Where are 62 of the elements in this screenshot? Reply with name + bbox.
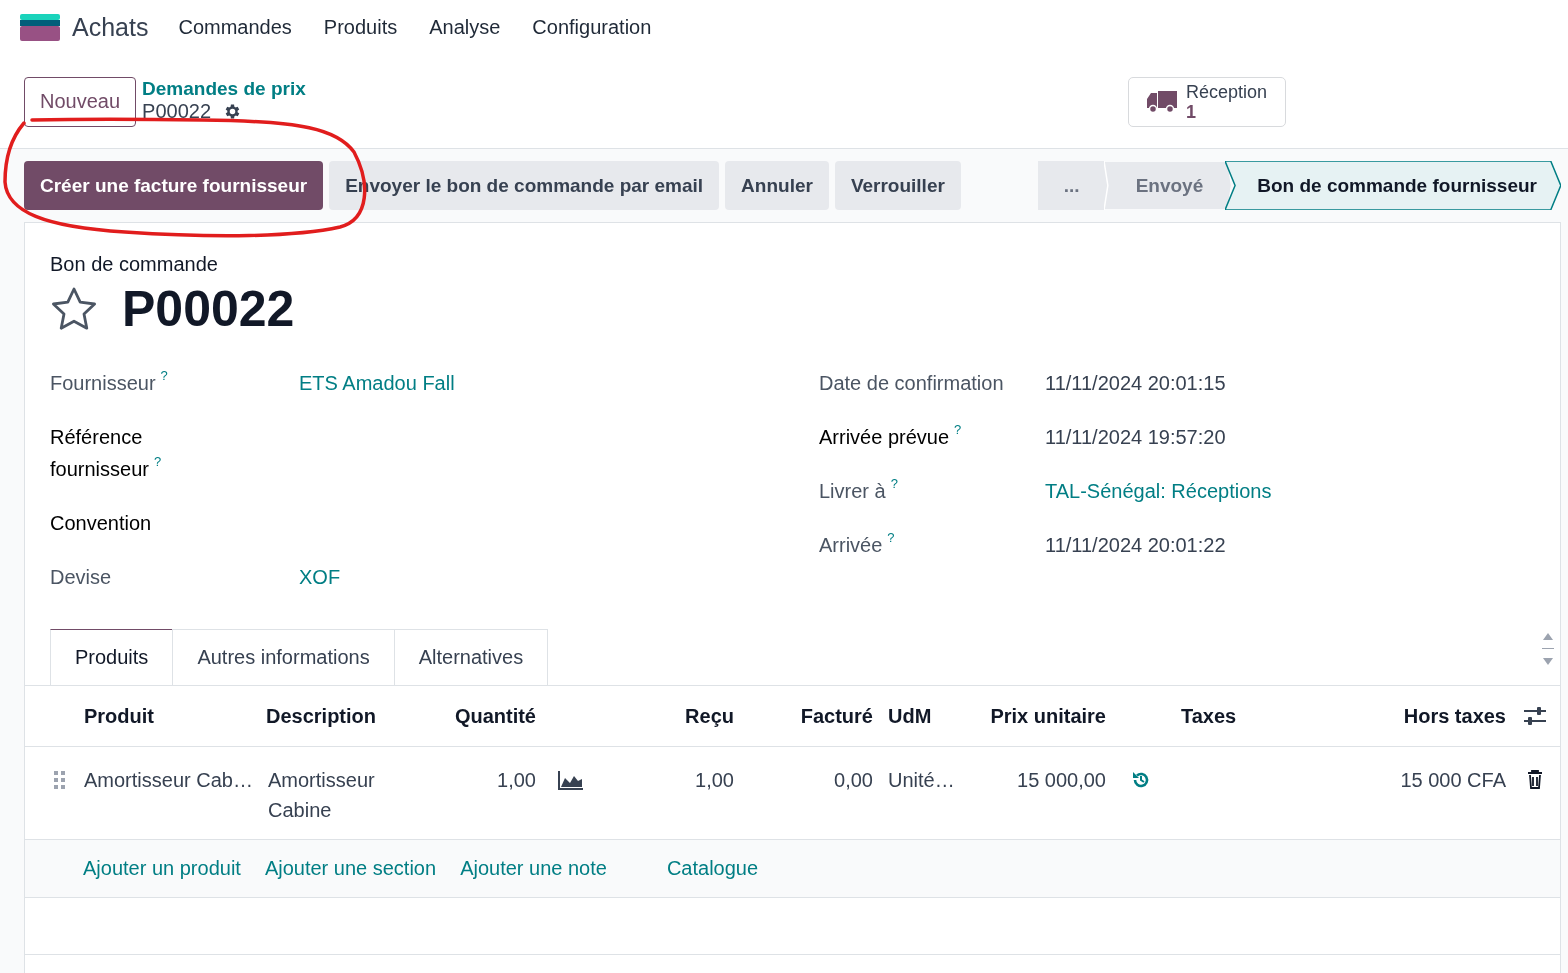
field-label: Devise [50,565,112,590]
column-header[interactable]: Hors taxes [1381,704,1511,728]
notebook-tab[interactable]: Alternatives [393,629,549,685]
field-value-link[interactable]: ETS Amadou Fall [299,367,455,399]
area-chart-icon[interactable] [558,770,584,790]
menu-item[interactable]: Configuration [532,16,652,39]
form-subtitle: Bon de commande [50,252,219,277]
field-value: 11/11/2024 20:01:22 [1045,533,1226,558]
app-name[interactable]: Achats [72,13,149,42]
table-cell-text: Amortisseur Cab… [84,768,254,793]
action-button[interactable]: Créer une facture fournisseur [24,161,324,210]
table-cell-text: Amortisseur Cabine [267,768,376,823]
record-name: P00022 [142,100,212,123]
table-cell-text: Unité… [887,768,956,793]
column-header[interactable]: Quantité [441,704,541,728]
history-icon[interactable] [1131,770,1151,790]
breadcrumb-link[interactable]: Demandes de prix [142,78,306,100]
column-header[interactable]: Prix unitaire [976,704,1111,728]
app-logo-icon[interactable] [20,14,60,41]
field-label: Référence fournisseur $^{?}$ [50,425,163,482]
table-cell-text: 1,00 [694,768,735,793]
field-label: Fournisseur $^{?}$ [50,367,168,396]
field-value-link[interactable]: XOF [299,561,341,593]
column-settings-icon[interactable] [1523,706,1547,726]
field-value: 11/11/2024 20:01:15 [1045,371,1226,396]
field-label: Arrivée $^{?}$ [819,529,895,558]
table-cell-text: 15 000,00 [1016,768,1107,793]
receipt-smart-button[interactable]: Réception 1 [1128,76,1286,127]
menu-item[interactable]: Produits [323,16,398,39]
add-line-link[interactable]: Ajouter une section [264,857,437,880]
column-header[interactable]: Facturé [739,704,878,728]
column-header[interactable]: Produit [84,704,266,728]
column-header[interactable]: Description [266,704,441,728]
table-cell-text: 1,00 [496,768,537,793]
action-button[interactable]: Verrouiller [834,161,961,210]
action-button[interactable]: Annuler [725,161,829,210]
menu-item[interactable]: Analyse [429,16,501,39]
field-label: Arrivée prévue $^{?}$ [819,421,962,450]
field-label: Livrer à $^{?}$ [819,475,898,504]
status-step[interactable]: ... [1037,161,1110,210]
add-line-link[interactable]: Ajouter une note [460,857,607,880]
column-header[interactable]: UdM [878,704,976,728]
field-value: 11/11/2024 19:57:20 [1045,425,1226,450]
drag-handle-icon[interactable] [53,771,66,789]
add-line-link[interactable]: Catalogue [666,857,759,880]
field-label: Convention [50,511,152,536]
table-cell-text: 0,00 [833,768,874,793]
record-title: P00022 [122,280,295,338]
field-label: Date de confirmation [819,371,1004,396]
table-cell-text: 15 000 CFA [1399,768,1507,793]
new-button[interactable]: Nouveau [24,76,137,127]
status-step[interactable]: Bon de commande fournisseur [1225,161,1561,210]
status-step[interactable]: Envoyé [1103,161,1232,210]
trash-icon[interactable] [1527,770,1543,789]
column-header[interactable]: Reçu [601,704,739,728]
star-icon[interactable] [50,286,98,332]
truck-icon [1146,88,1178,115]
menu-item[interactable]: Commandes [178,16,292,39]
notebook-tab[interactable]: Produits [50,629,174,685]
add-line-link[interactable]: Ajouter un produit [83,857,241,880]
field-value-link[interactable]: TAL-Sénégal: Réceptions [1045,475,1272,507]
column-header[interactable]: Taxes [1171,704,1381,728]
